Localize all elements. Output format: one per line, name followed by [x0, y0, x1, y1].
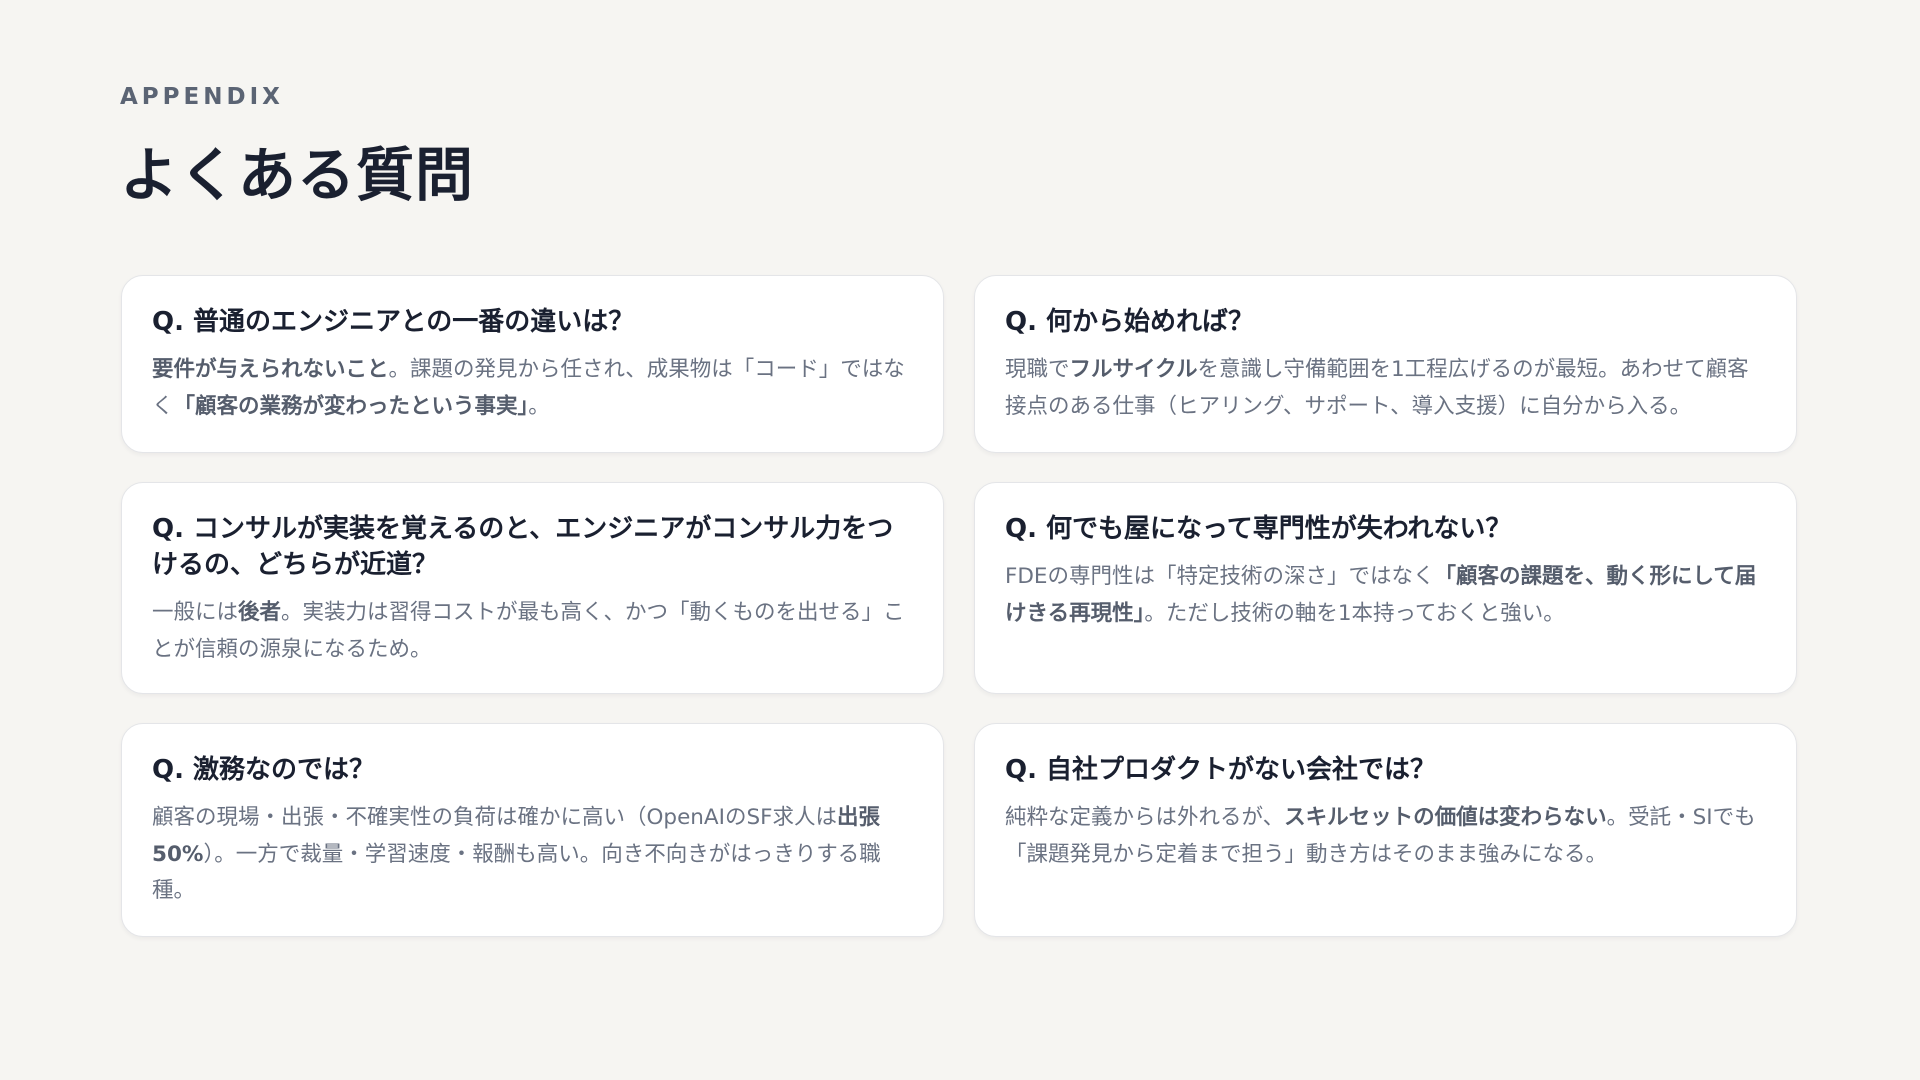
faq-answer: 純粋な定義からは外れるが、スキルセットの価値は変わらない。受託・SIでも「課題発… — [1005, 800, 1766, 873]
faq-answer-text: 現職で — [1005, 357, 1070, 382]
faq-question: Q. コンサルが実装を覚えるのと、エンジニアがコンサル力をつけるの、どちらが近道… — [152, 514, 894, 580]
faq-answer: 顧客の現場・出張・不確実性の負荷は確かに高い（OpenAIのSF求人は出張50%… — [152, 800, 913, 910]
faq-question: Q. 何でも屋になって専門性が失われない？ — [1005, 514, 1512, 544]
section-eyebrow: APPENDIX — [120, 84, 284, 110]
faq-question: Q. 何から始めれば？ — [1005, 307, 1255, 337]
faq-answer-emphasis: フルサイクル — [1069, 357, 1198, 382]
faq-answer-text: FDEの専門性は「特定技術の深さ」ではなく — [1005, 564, 1435, 589]
faq-question: Q. 激務なのでは？ — [152, 755, 376, 785]
faq-answer: 要件が与えられないこと。課題の発見から任され、成果物は「コード」ではなく「顧客の… — [152, 352, 913, 425]
faq-answer-emphasis: 後者 — [238, 600, 282, 625]
faq-answer: FDEの専門性は「特定技術の深さ」ではなく「顧客の課題を、動く形にして届けきる再… — [1005, 559, 1766, 632]
faq-answer-emphasis: 要件が与えられないこと — [152, 357, 389, 382]
faq-card: Q. 何でも屋になって専門性が失われない？ FDEの専門性は「特定技術の深さ」で… — [974, 482, 1797, 694]
faq-answer-text: 。 — [528, 393, 550, 419]
faq-grid: Q. 普通のエンジニアとの一番の違いは？ 要件が与えられないこと。課題の発見から… — [121, 275, 1799, 937]
faq-answer-text: ）。一方で裁量・学習速度・報酬も高い。向き不向きがはっきりする職種。 — [152, 841, 881, 904]
faq-answer-text: 一般には — [152, 600, 239, 625]
faq-answer-text: 顧客の現場・出張・不確実性の負荷は確かに高い（OpenAIのSF求人は — [152, 805, 837, 830]
page-title: よくある質問 — [120, 141, 475, 209]
faq-question: Q. 自社プロダクトがない会社では？ — [1005, 755, 1437, 785]
faq-answer: 一般には後者。実装力は習得コストが最も高く、かつ「動くものを出せる」ことが信頼の… — [152, 595, 913, 668]
faq-card: Q. 自社プロダクトがない会社では？ 純粋な定義からは外れるが、スキルセットの価… — [974, 723, 1797, 937]
faq-card: Q. 普通のエンジニアとの一番の違いは？ 要件が与えられないこと。課題の発見から… — [121, 275, 944, 453]
faq-answer-text: 。ただし技術の軸を1本持っておくと強い。 — [1144, 600, 1565, 626]
faq-slide: APPENDIX よくある質問 Q. 普通のエンジニアとの一番の違いは？ 要件が… — [0, 0, 1920, 1080]
faq-card: Q. コンサルが実装を覚えるのと、エンジニアがコンサル力をつけるの、どちらが近道… — [121, 482, 944, 694]
faq-question: Q. 普通のエンジニアとの一番の違いは？ — [152, 307, 635, 337]
faq-answer-emphasis: 「顧客の業務が変わったという事実」 — [173, 393, 529, 419]
faq-card: Q. 何から始めれば？ 現職でフルサイクルを意識し守備範囲を1工程広げるのが最短… — [974, 275, 1797, 453]
faq-answer-emphasis: スキルセットの価値は変わらない — [1284, 805, 1607, 830]
faq-card: Q. 激務なのでは？ 顧客の現場・出張・不確実性の負荷は確かに高い（OpenAI… — [121, 723, 944, 937]
faq-answer: 現職でフルサイクルを意識し守備範囲を1工程広げるのが最短。あわせて顧客接点のある… — [1005, 352, 1766, 425]
faq-answer-text: 純粋な定義からは外れるが、 — [1005, 805, 1285, 830]
